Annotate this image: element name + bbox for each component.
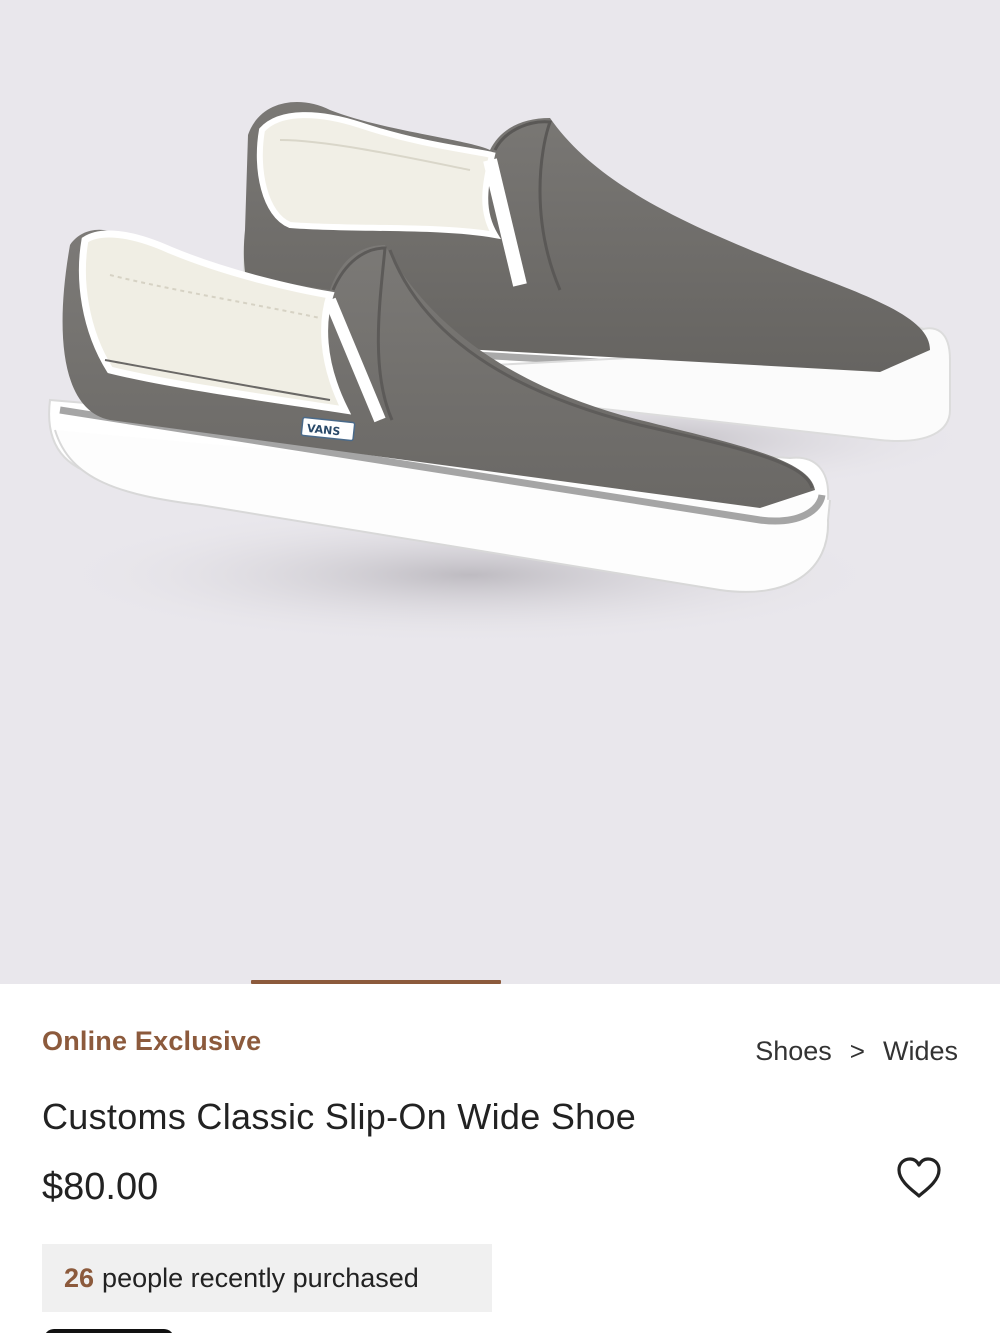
heart-outline-icon xyxy=(897,1157,941,1198)
breadcrumb: Shoes > Wides xyxy=(755,1036,958,1067)
breadcrumb-item-shoes[interactable]: Shoes xyxy=(755,1036,832,1067)
product-image-gallery[interactable]: VANS xyxy=(0,0,1000,984)
breadcrumb-item-wides[interactable]: Wides xyxy=(883,1036,958,1067)
recent-purchases-count: 26 xyxy=(64,1262,95,1293)
gallery-slide-indicator[interactable] xyxy=(251,980,501,984)
product-price: $80.00 xyxy=(42,1166,159,1208)
recent-purchases-text: people recently purchased xyxy=(102,1262,419,1293)
online-exclusive-badge: Online Exclusive xyxy=(42,1026,262,1056)
product-title: Customs Classic Slip-On Wide Shoe xyxy=(42,1096,637,1137)
next-section-peek xyxy=(44,1329,174,1333)
recent-purchases-notice: 26 people recently purchased xyxy=(42,1244,492,1312)
breadcrumb-separator: > xyxy=(849,1036,865,1066)
wishlist-button[interactable] xyxy=(893,1154,945,1202)
product-image: VANS xyxy=(48,102,980,645)
product-page: VANS Online Exclusive Shoes > Wides Cust… xyxy=(0,0,1000,1333)
